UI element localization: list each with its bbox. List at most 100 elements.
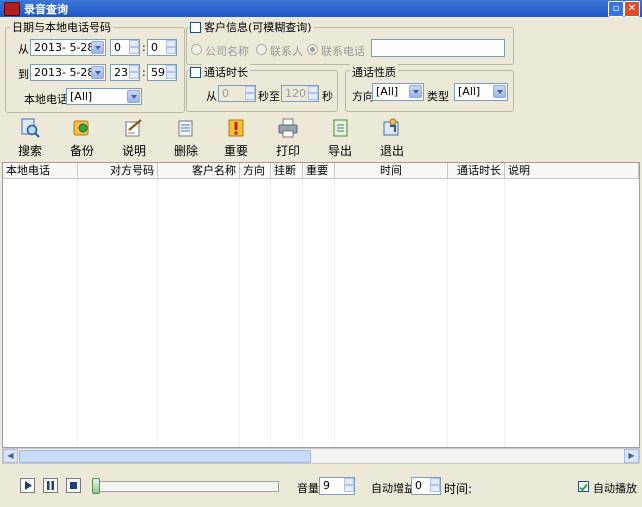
col-local-phone[interactable]: 本地电话 [3, 163, 78, 179]
col-remote-number[interactable]: 对方号码 [78, 163, 158, 179]
important-icon [228, 119, 244, 137]
autoplay-checkbox[interactable] [578, 481, 589, 492]
backup-button[interactable]: 备份 [62, 118, 102, 158]
type-label: 类型 [427, 90, 449, 103]
to-minute-spinner[interactable]: 59 [147, 64, 177, 81]
window-title: 录音查询 [24, 3, 68, 16]
to-hour-value: 23 [114, 66, 128, 79]
note-button[interactable]: 说明 [114, 118, 154, 158]
delete-icon [178, 120, 193, 137]
grid-line [447, 179, 448, 447]
chevron-down-icon[interactable] [91, 41, 104, 54]
to-minute-value: 59 [151, 66, 165, 79]
toolbar: 搜索 备份 说明 删除 重要 打印 导出 退出 [0, 114, 642, 160]
to-hour-spinner[interactable]: 23 [110, 64, 140, 81]
search-button-label: 搜索 [17, 144, 42, 158]
local-phone-value: [All] [70, 90, 93, 103]
col-customer-name[interactable]: 客户名称 [158, 163, 240, 179]
backup-button-label: 备份 [69, 144, 94, 158]
exit-button[interactable]: 退出 [372, 118, 412, 158]
call-nature-title: 通话性质 [350, 64, 398, 80]
scroll-thumb[interactable] [19, 450, 311, 463]
duration-from-value: 0 [222, 87, 229, 100]
auto-gain-spinner[interactable]: 0 [411, 477, 441, 495]
col-hangup[interactable]: 挂断 [271, 163, 303, 179]
customer-info-checkbox[interactable] [190, 22, 201, 33]
print-button[interactable]: 打印 [268, 118, 308, 158]
spin-arrows-icon[interactable] [245, 86, 255, 101]
col-direction[interactable]: 方向 [240, 163, 271, 179]
grid-line [239, 179, 240, 447]
recordings-table: 本地电话 对方号码 客户名称 方向 挂断 重要 时间 通话时长 说明 [2, 162, 640, 448]
to-date-picker[interactable]: 2013- 5-28 [30, 64, 106, 81]
direction-select[interactable]: [All] [372, 83, 424, 101]
col-time[interactable]: 时间 [335, 163, 448, 179]
volume-label: 音量 [297, 482, 319, 495]
chevron-down-icon[interactable] [127, 90, 140, 103]
grid-line [334, 179, 335, 447]
stop-button[interactable] [66, 478, 81, 493]
delete-button[interactable]: 删除 [166, 118, 206, 158]
contact-label: 联系人 [270, 45, 303, 58]
slider-knob[interactable] [92, 478, 100, 494]
col-duration[interactable]: 通话时长 [448, 163, 505, 179]
radio-contact[interactable] [256, 44, 267, 55]
customer-search-input[interactable] [371, 39, 505, 57]
play-icon [25, 481, 32, 490]
title-bar: 录音查询 ▫ ✕ [0, 0, 642, 17]
backup-icon [73, 120, 89, 136]
important-button[interactable]: 重要 [216, 118, 256, 158]
close-button[interactable]: ✕ [624, 1, 640, 17]
export-button-label: 导出 [327, 144, 352, 158]
to-date-value: 2013- 5-28 [34, 66, 95, 79]
scroll-right-icon[interactable]: ▶ [624, 449, 639, 463]
chevron-down-icon[interactable] [91, 66, 104, 79]
company-name-label: 公司名称 [205, 45, 249, 58]
from-date-picker[interactable]: 2013- 5-28 [30, 39, 106, 56]
recording-query-window: 录音查询 ▫ ✕ 日期与本地电话号码 从 2013- 5-28 0 : 0 到 … [0, 0, 642, 507]
horizontal-scrollbar[interactable]: ◀ ▶ [2, 448, 640, 464]
local-phone-select[interactable]: [All] [66, 88, 142, 105]
spin-arrows-icon[interactable] [308, 86, 318, 101]
from-date-value: 2013- 5-28 [34, 41, 95, 54]
duration-from-spinner[interactable]: 0 [218, 85, 256, 102]
duration-to-spinner[interactable]: 120 [281, 85, 319, 102]
search-button[interactable]: 搜索 [10, 118, 50, 158]
volume-spinner[interactable]: 9 [319, 477, 355, 495]
time-label: 时间: [444, 482, 473, 496]
spin-arrows-icon[interactable] [166, 65, 176, 80]
spin-arrows-icon[interactable] [430, 478, 440, 493]
customer-group-title: 客户信息(可模糊查询) [202, 19, 314, 35]
from-hour-spinner[interactable]: 0 [110, 39, 140, 56]
play-button[interactable] [20, 478, 35, 493]
time-separator: : [142, 66, 146, 79]
duration-to-label: 秒至 [258, 90, 280, 103]
stop-icon [70, 482, 77, 489]
from-minute-value: 0 [151, 41, 158, 54]
col-important[interactable]: 重要 [303, 163, 335, 179]
spin-arrows-icon[interactable] [166, 40, 176, 55]
spin-arrows-icon[interactable] [129, 65, 139, 80]
type-select[interactable]: [All] [454, 83, 508, 101]
duration-checkbox[interactable] [190, 67, 201, 78]
time-separator: : [142, 41, 146, 54]
auto-gain-label: 自动增益 [371, 482, 415, 495]
type-value: [All] [458, 85, 481, 98]
chevron-down-icon[interactable] [493, 85, 506, 98]
chevron-down-icon[interactable] [409, 85, 422, 98]
spin-arrows-icon[interactable] [344, 478, 354, 493]
pause-button[interactable] [43, 478, 58, 493]
export-button[interactable]: 导出 [320, 118, 360, 158]
radio-company-name[interactable] [191, 44, 202, 55]
grid-line [302, 179, 303, 447]
scroll-left-icon[interactable]: ◀ [3, 449, 18, 463]
restore-button[interactable]: ▫ [608, 1, 624, 17]
radio-contact-phone[interactable] [307, 44, 318, 55]
important-button-label: 重要 [223, 144, 248, 158]
from-minute-spinner[interactable]: 0 [147, 39, 177, 56]
spin-arrows-icon[interactable] [129, 40, 139, 55]
contact-phone-label: 联系电话 [321, 45, 365, 58]
playback-slider[interactable] [92, 478, 279, 494]
col-note[interactable]: 说明 [505, 163, 639, 179]
grid-line [270, 179, 271, 447]
